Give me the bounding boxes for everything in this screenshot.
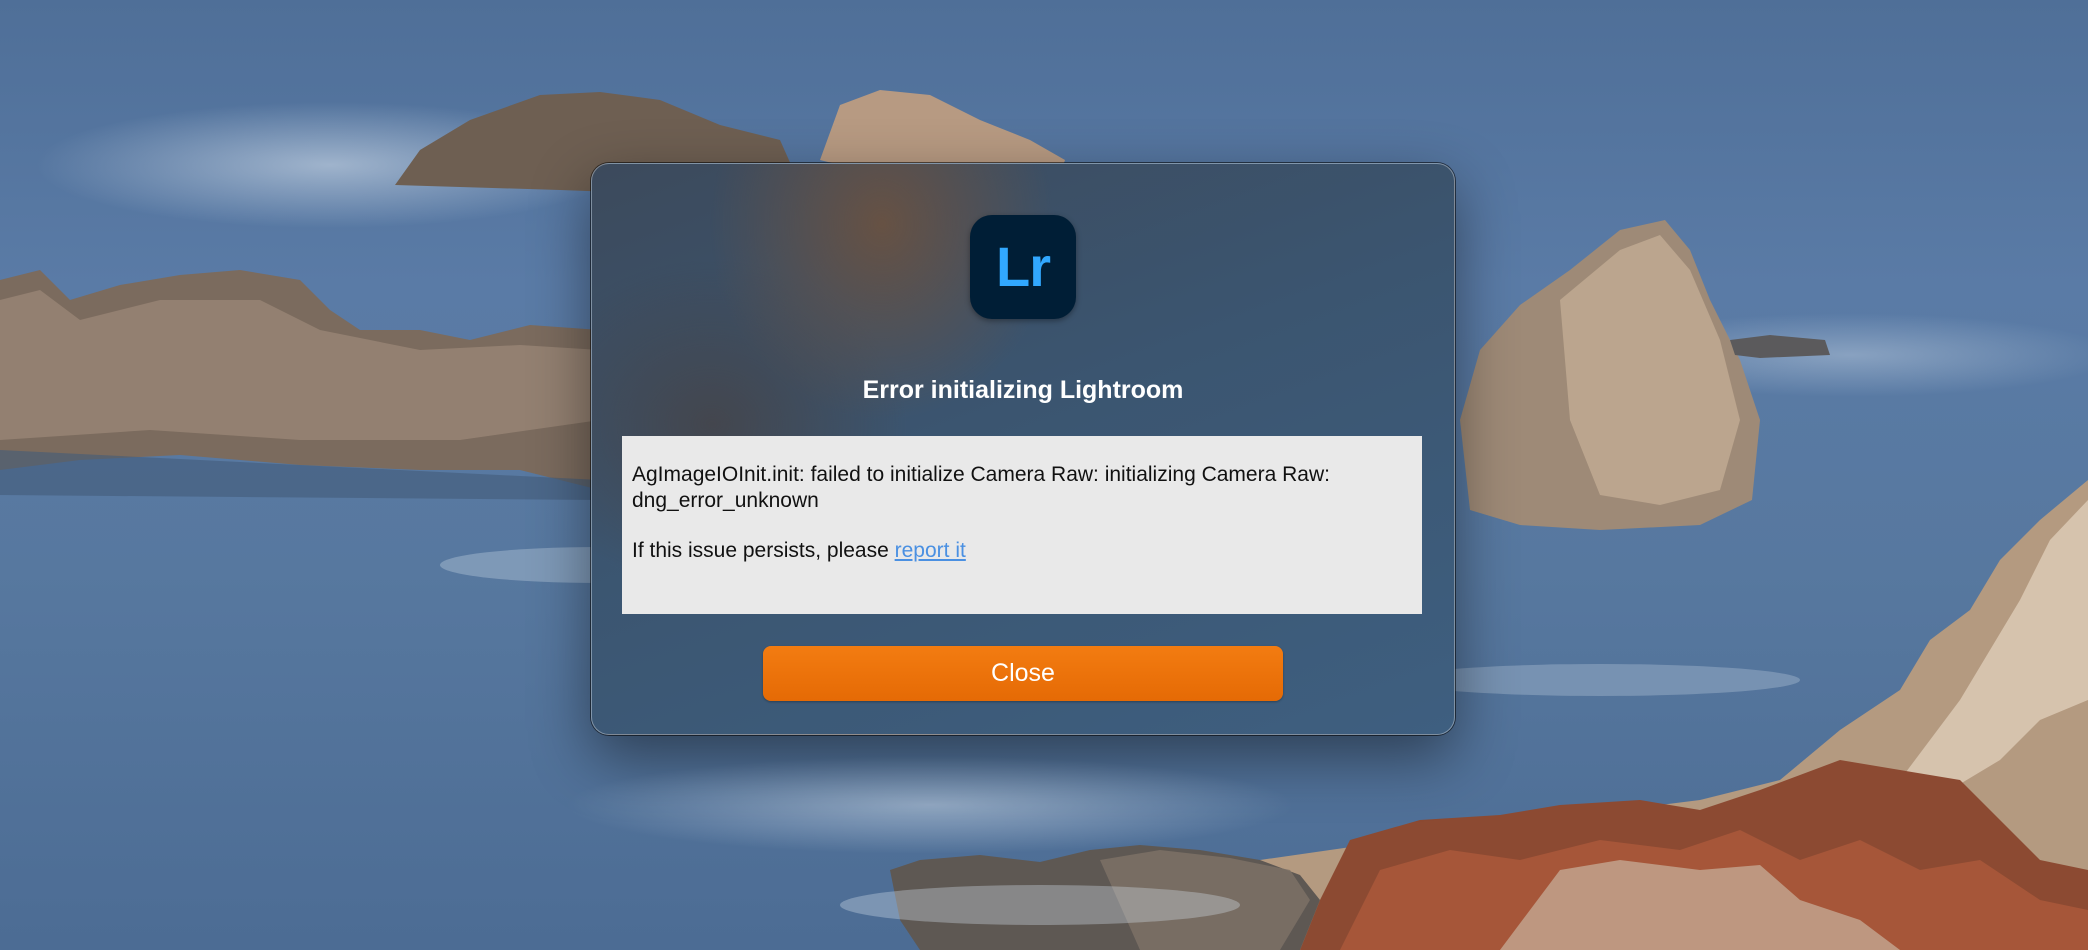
report-message: If this issue persists, please report it bbox=[632, 538, 1412, 564]
app-icon-label: Lr bbox=[996, 235, 1051, 298]
report-message-prefix: If this issue persists, please bbox=[632, 539, 895, 562]
error-message-text: AgImageIOInit.init: failed to initialize… bbox=[632, 463, 1330, 512]
close-button[interactable]: Close bbox=[763, 646, 1283, 701]
desktop-background: Lr Error initializing Lightroom AgImageI… bbox=[0, 0, 2088, 950]
lightroom-app-icon: Lr bbox=[970, 215, 1076, 319]
error-message-box: AgImageIOInit.init: failed to initialize… bbox=[622, 436, 1422, 614]
report-it-link[interactable]: report it bbox=[895, 539, 966, 562]
dialog-title: Error initializing Lightroom bbox=[862, 376, 1184, 404]
error-dialog: Lr Error initializing Lightroom AgImageI… bbox=[591, 163, 1455, 735]
